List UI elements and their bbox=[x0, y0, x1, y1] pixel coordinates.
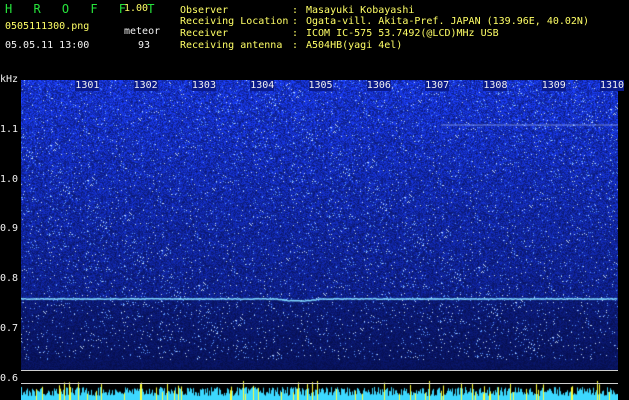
plot-divider-line bbox=[21, 370, 618, 371]
app-version: 1.00 bbox=[124, 3, 149, 14]
y-tick-label: 0.7 bbox=[0, 322, 19, 334]
y-tick-label: 0.6 bbox=[0, 372, 19, 384]
plot-divider-line bbox=[21, 383, 618, 384]
y-tick-label: 1.1 bbox=[0, 124, 19, 135]
x-tick-label: 1304 bbox=[250, 80, 275, 91]
y-axis-label: kHz bbox=[0, 74, 19, 85]
antenna-colon: : bbox=[292, 40, 299, 51]
spectrogram-plot bbox=[21, 80, 618, 400]
x-tick-label: 1306 bbox=[366, 80, 391, 91]
receiver-colon: : bbox=[292, 28, 299, 39]
spectrogram-canvas bbox=[21, 80, 618, 400]
location-value: Ogata-vill. Akita-Pref. JAPAN (139.96E, … bbox=[306, 16, 589, 27]
antenna-label: Receiving antenna bbox=[180, 40, 283, 51]
x-tick-label: 1308 bbox=[483, 80, 508, 91]
location-label: Receiving Location bbox=[180, 16, 289, 27]
file-name: 0505111300.png bbox=[5, 21, 90, 32]
observer-colon: : bbox=[292, 5, 299, 16]
x-tick-label: 1303 bbox=[191, 80, 216, 91]
header-panel: H R O F F T 1.00 0505111300.png 05.05.11… bbox=[0, 0, 629, 75]
location-colon: : bbox=[292, 16, 299, 27]
x-tick-label: 1309 bbox=[541, 80, 566, 91]
antenna-value: A504HB(yagi 4el) bbox=[306, 40, 403, 51]
x-tick-label: 1301 bbox=[75, 80, 100, 91]
receiver-label: Receiver bbox=[180, 28, 229, 39]
y-tick-label: 0.9 bbox=[0, 223, 19, 235]
observer-value: Masayuki Kobayashi bbox=[306, 5, 415, 16]
x-tick-label: 1302 bbox=[133, 80, 158, 91]
meteor-label: meteor bbox=[124, 26, 161, 37]
date-time: 05.05.11 13:00 bbox=[5, 40, 90, 51]
x-tick-label: 1307 bbox=[425, 80, 450, 91]
x-tick-label: 1310 bbox=[600, 80, 625, 91]
y-tick-label: 0.8 bbox=[0, 273, 19, 285]
receiver-value: ICOM IC-575 53.7492(@LCD)MHz USB bbox=[306, 28, 499, 39]
observer-label: Observer bbox=[180, 5, 229, 16]
meteor-count: 93 bbox=[138, 40, 151, 51]
x-tick-label: 1305 bbox=[308, 80, 333, 91]
y-tick-label: 1.0 bbox=[0, 173, 19, 185]
